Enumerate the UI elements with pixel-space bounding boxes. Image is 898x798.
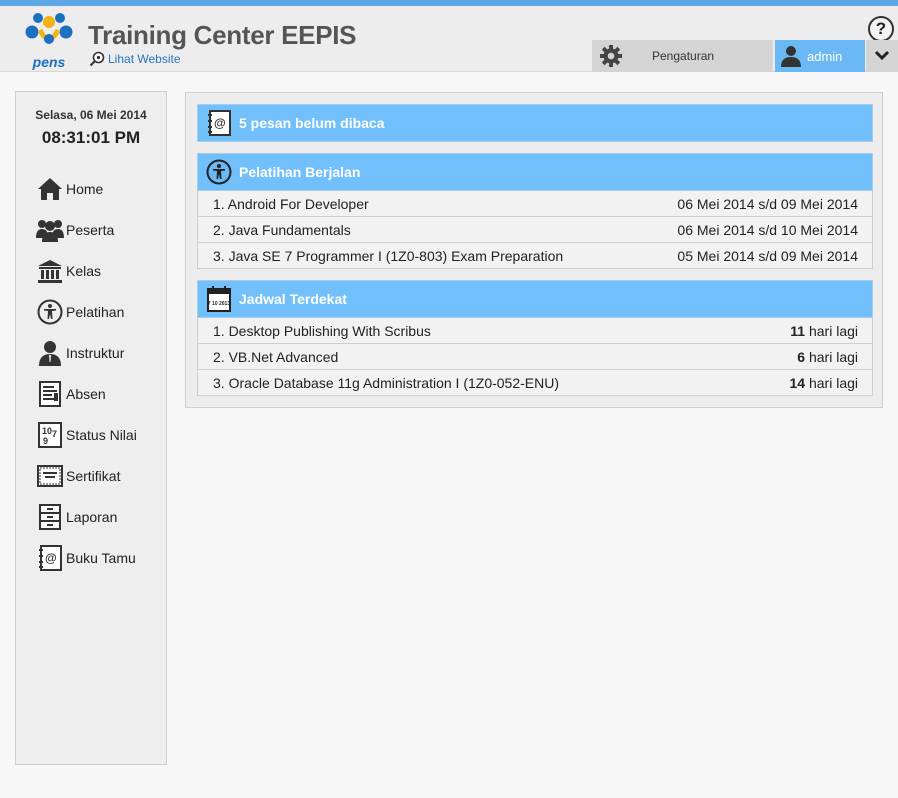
help-button[interactable]: ?: [868, 16, 894, 42]
sidebar: Selasa, 06 Mei 2014 08:31:01 PM Home Pes…: [15, 91, 167, 765]
svg-text:9: 9: [43, 436, 48, 446]
sidebar-item-label: Pelatihan: [66, 303, 125, 320]
messages-panel: @ 5 pesan belum dibaca: [197, 104, 873, 142]
grade-icon: 10 7 9: [36, 421, 64, 449]
sidebar-item-sertifikat[interactable]: Sertifikat: [16, 455, 166, 496]
user-icon: [781, 45, 801, 67]
days-suffix: hari lagi: [808, 348, 858, 365]
certificate-icon: [36, 462, 64, 490]
svg-text:7: 7: [52, 429, 57, 439]
training-name: 1. Android For Developer: [213, 195, 369, 212]
schedule-name: 2. VB.Net Advanced: [213, 348, 339, 365]
sidebar-item-label: Laporan: [66, 508, 118, 525]
table-row[interactable]: 3. Java SE 7 Programmer I (1Z0-803) Exam…: [197, 243, 873, 269]
ongoing-training-header: Pelatihan Berjalan: [197, 153, 873, 191]
svg-text:@: @: [214, 116, 226, 130]
app-title: Training Center EEPIS: [88, 20, 357, 50]
table-row[interactable]: 1. Desktop Publishing With Scribus 11 ha…: [197, 318, 873, 344]
days-count: 11: [790, 322, 806, 339]
svg-text:10: 10: [42, 426, 52, 436]
sidebar-item-label: Peserta: [66, 221, 115, 238]
days-count: 6: [797, 348, 806, 365]
ongoing-training-panel: Pelatihan Berjalan 1. Android For Develo…: [197, 153, 873, 269]
sidebar-item-label: Instruktur: [66, 344, 125, 361]
unread-messages-title: 5 pesan belum dibaca: [239, 115, 385, 131]
schedule-name: 3. Oracle Database 11g Administration I …: [213, 374, 560, 391]
days-suffix: hari lagi: [808, 322, 858, 339]
days-count: 14: [789, 374, 806, 391]
home-icon: [36, 175, 64, 203]
sidebar-item-label: Status Nilai: [66, 426, 137, 443]
unread-messages-header[interactable]: @ 5 pesan belum dibaca: [197, 104, 873, 142]
calendar-icon-text: 7 10 2013: [208, 301, 230, 307]
sidebar-item-kelas[interactable]: Kelas: [16, 250, 166, 291]
sidebar-item-absen[interactable]: Absen: [16, 373, 166, 414]
days-remaining: 14 hari lagi: [790, 375, 859, 391]
sidebar-item-label: Sertifikat: [66, 467, 121, 484]
view-website-label: Lihat Website: [108, 52, 181, 66]
cabinet-icon: [36, 503, 64, 531]
sidebar-item-peserta[interactable]: Peserta: [16, 209, 166, 250]
training-name: 3. Java SE 7 Programmer I (1Z0-803) Exam…: [213, 247, 564, 264]
upcoming-schedule-panel: 7 10 2013 Jadwal Terdekat 1. Desktop Pub…: [197, 280, 873, 396]
sidebar-item-status-nilai[interactable]: 10 7 9 Status Nilai: [16, 414, 166, 455]
table-row[interactable]: 2. Java Fundamentals 06 Mei 2014 s/d 10 …: [197, 217, 873, 243]
upcoming-schedule-title: Jadwal Terdekat: [239, 291, 347, 307]
training-date-range: 06 Mei 2014 s/d 10 Mei 2014: [677, 221, 858, 238]
person-icon: [36, 339, 64, 367]
accessibility-icon: [36, 298, 64, 326]
sidebar-item-label: Absen: [66, 385, 106, 402]
training-date-range: 05 Mei 2014 s/d 09 Mei 2014: [677, 247, 858, 264]
sidebar-item-laporan[interactable]: Laporan: [16, 496, 166, 537]
sidebar-item-pelatihan[interactable]: Pelatihan: [16, 291, 166, 332]
user-label: admin: [807, 48, 843, 64]
days-suffix: hari lagi: [808, 374, 858, 391]
current-date: Selasa, 06 Mei 2014: [35, 108, 147, 122]
settings-label: Pengaturan: [652, 49, 715, 63]
days-remaining: 11 hari lagi: [790, 323, 858, 339]
users-icon: [36, 216, 64, 244]
address-book-icon: @: [36, 544, 64, 572]
settings-button[interactable]: Pengaturan: [592, 40, 773, 72]
logo-text: pens: [32, 54, 66, 70]
user-menu-button[interactable]: admin: [775, 40, 865, 72]
document-list-icon: [36, 380, 64, 408]
building-icon: [36, 257, 64, 285]
view-website-link[interactable]: Lihat Website: [89, 51, 181, 67]
user-dropdown-button[interactable]: [866, 40, 898, 72]
sidebar-nav: Home Peserta Kelas Pelatihan Instruktur …: [16, 168, 166, 578]
current-time: 08:31:01 PM: [41, 128, 141, 147]
training-date-range: 06 Mei 2014 s/d 09 Mei 2014: [677, 195, 858, 212]
days-remaining: 6 hari lagi: [797, 349, 858, 365]
schedule-name: 1. Desktop Publishing With Scribus: [213, 322, 431, 339]
upcoming-schedule-header: 7 10 2013 Jadwal Terdekat: [197, 280, 873, 318]
table-row[interactable]: 2. VB.Net Advanced 6 hari lagi: [197, 344, 873, 370]
ongoing-training-title: Pelatihan Berjalan: [239, 164, 361, 180]
header: pens Training Center EEPIS Lihat Website…: [0, 6, 898, 72]
dashboard-content: @ 5 pesan belum dibaca Pelatihan Berjala…: [185, 92, 883, 408]
sidebar-item-label: Kelas: [66, 262, 102, 279]
svg-text:@: @: [45, 551, 57, 565]
table-row[interactable]: 1. Android For Developer 06 Mei 2014 s/d…: [197, 191, 873, 217]
gear-icon: [595, 40, 627, 72]
sidebar-item-home[interactable]: Home: [16, 168, 166, 209]
sidebar-item-buku-tamu[interactable]: @ Buku Tamu: [16, 537, 166, 578]
chevron-down-icon: [874, 50, 890, 61]
training-name: 2. Java Fundamentals: [213, 221, 351, 238]
table-row[interactable]: 3. Oracle Database 11g Administration I …: [197, 370, 873, 396]
calendar-icon: 7 10 2013: [206, 286, 232, 312]
sidebar-item-label: Home: [66, 180, 104, 197]
address-book-icon: @: [206, 110, 232, 136]
magnifier-icon: [89, 51, 105, 67]
pens-logo: pens: [18, 8, 80, 70]
sidebar-item-label: Buku Tamu: [66, 549, 136, 566]
sidebar-item-instruktur[interactable]: Instruktur: [16, 332, 166, 373]
accessibility-icon: [206, 159, 232, 185]
